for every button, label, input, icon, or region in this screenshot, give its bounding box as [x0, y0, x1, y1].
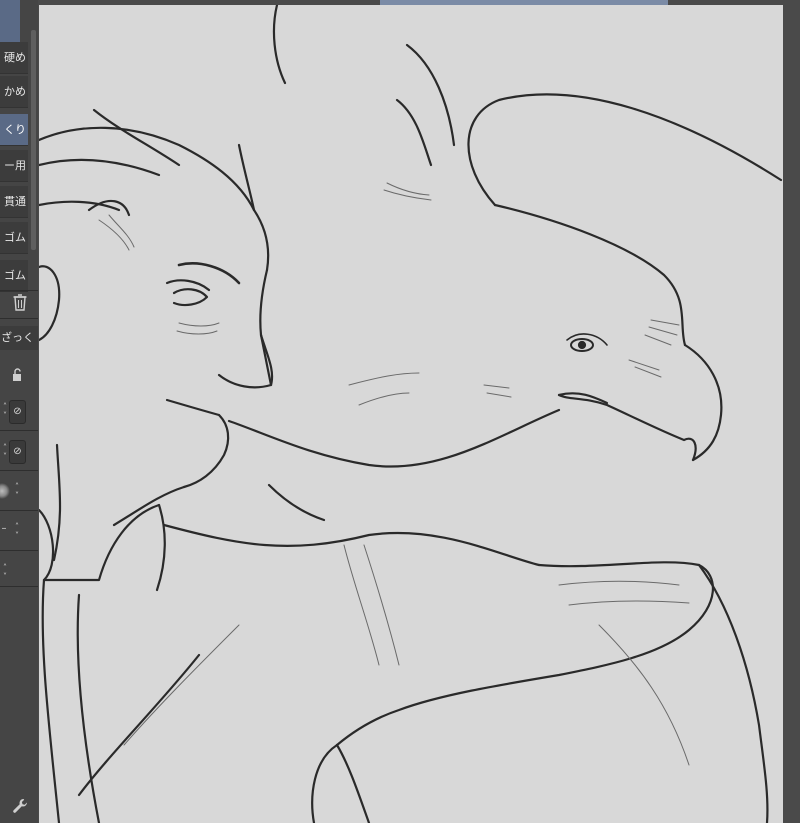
panel-header-tab[interactable] — [0, 0, 20, 48]
eagle-hatching — [348, 182, 680, 406]
tool-panel: 硬め かめ くり ー用 貫通 ゴム ゴム ざっく ˄ ˅ ⊘ ˄ ˅ ⊘ ˄ ˅ – … — [0, 0, 38, 823]
subtool-item-active[interactable]: くり — [0, 114, 28, 146]
subtool-item[interactable]: ゴム — [0, 260, 28, 292]
brush-tip-icon — [0, 482, 10, 500]
tool-property-title: ざっく — [0, 326, 38, 350]
subtool-item[interactable]: ゴム — [0, 222, 28, 254]
canvas-right-margin — [783, 5, 800, 823]
drawing-canvas[interactable] — [39, 5, 783, 823]
panel-divider — [0, 550, 38, 551]
subtool-item[interactable]: かめ — [0, 76, 28, 108]
panel-divider — [0, 470, 38, 471]
panel-divider — [0, 290, 38, 291]
pressure-toggle-button[interactable]: ⊘ — [9, 400, 26, 424]
trash-icon[interactable] — [10, 293, 30, 313]
chevron-up-down-icon[interactable]: ˄ ˅ — [0, 563, 10, 581]
panel-divider — [0, 510, 38, 511]
slider-handle-icon[interactable]: – — [0, 522, 8, 534]
subtool-item[interactable]: 硬め — [0, 42, 28, 74]
chevron-up-down-icon[interactable]: ˄ ˅ — [12, 482, 22, 500]
chevron-up-down-icon[interactable]: ˄ ˅ — [12, 522, 22, 540]
lock-icon[interactable] — [8, 368, 26, 386]
subtool-item[interactable]: ー用 — [0, 150, 28, 182]
panel-scrollbar[interactable] — [31, 30, 36, 250]
subtool-item[interactable]: 貫通 — [0, 186, 28, 218]
panel-divider — [0, 586, 38, 587]
line-art-drawing — [39, 5, 783, 823]
man-hatching — [98, 214, 690, 766]
panel-divider — [0, 430, 38, 431]
wrench-icon[interactable] — [10, 797, 30, 817]
panel-divider — [0, 318, 38, 319]
eagle-lineart — [227, 5, 783, 468]
pressure-toggle-button[interactable]: ⊘ — [9, 440, 26, 464]
